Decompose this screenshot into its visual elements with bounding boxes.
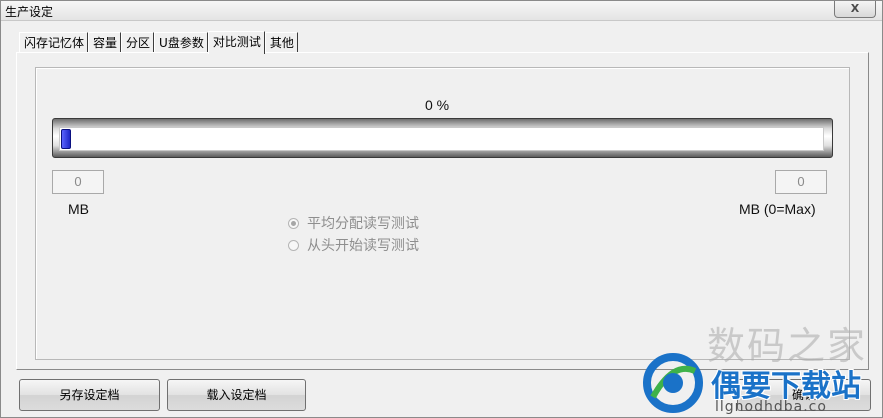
- progress-indicator: [61, 129, 71, 149]
- progress-track: [59, 127, 824, 151]
- radio-average-rw-test[interactable]: 平均分配读写测试: [288, 213, 419, 233]
- radio-button[interactable]: [288, 239, 299, 251]
- confirm-button[interactable]: 确认: [737, 379, 871, 411]
- tab-flash-memory[interactable]: 闪存记忆体: [19, 32, 89, 53]
- start-size-unit: MB: [68, 201, 89, 217]
- tab-partition[interactable]: 分区: [121, 32, 155, 53]
- close-icon: X: [850, 2, 860, 15]
- tab-capacity[interactable]: 容量: [88, 32, 122, 53]
- tab-strip: 闪存记忆体 容量 分区 U盘参数 对比测试 其他: [19, 31, 298, 54]
- max-size-unit: MB (0=Max): [739, 201, 816, 217]
- test-progress-bar: [52, 118, 833, 158]
- title-bar: 生产设定 X: [1, 1, 882, 21]
- radio-label: 从头开始读写测试: [307, 238, 419, 254]
- tab-udisk-params[interactable]: U盘参数: [154, 32, 208, 53]
- tab-other[interactable]: 其他: [264, 32, 298, 53]
- radio-button-checked[interactable]: [288, 217, 299, 229]
- tab-comparison-test[interactable]: 对比测试: [207, 31, 265, 54]
- save-settings-button[interactable]: 另存设定档: [19, 379, 160, 411]
- start-size-field[interactable]: 0: [52, 170, 104, 194]
- settings-window: 生产设定 X 闪存记忆体 容量 分区 U盘参数 对比测试 其他 0 % 0 0 …: [0, 0, 883, 418]
- progress-percent-label: 0 %: [425, 97, 450, 113]
- load-settings-button[interactable]: 载入设定档: [167, 379, 306, 411]
- window-title: 生产设定: [5, 5, 54, 19]
- close-button[interactable]: X: [834, 1, 876, 18]
- radio-sequential-rw-test[interactable]: 从头开始读写测试: [288, 235, 419, 255]
- max-size-field[interactable]: 0: [775, 170, 827, 194]
- radio-label: 平均分配读写测试: [307, 216, 419, 232]
